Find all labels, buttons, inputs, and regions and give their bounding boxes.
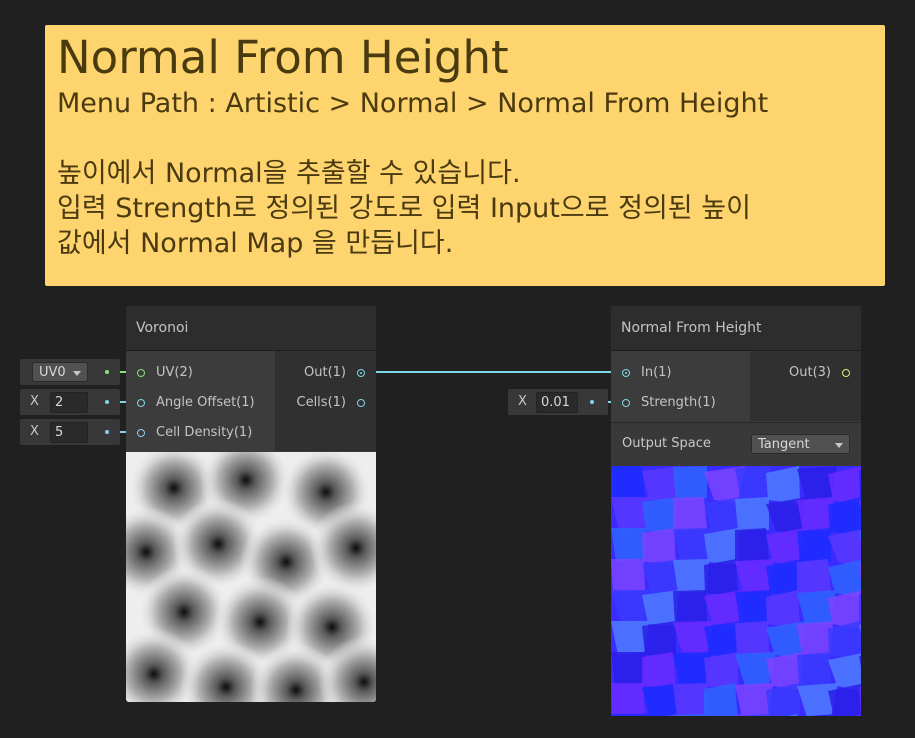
normal-map-facet <box>611 714 651 716</box>
normal-map-facet <box>797 497 834 531</box>
normal-map-facet <box>704 559 738 596</box>
port-uv-label: UV(2) <box>156 365 193 380</box>
normal-map-facet <box>642 652 676 688</box>
port-cell-density[interactable]: Cell Density(1) <box>126 418 275 448</box>
cell-density-x-label: X <box>30 424 39 439</box>
chevron-down-icon <box>835 443 843 448</box>
note-description: 높이에서 Normal을 추출할 수 있습니다. 입력 Strength로 정의… <box>57 158 751 259</box>
normal-map-facet <box>735 497 769 531</box>
normal-from-height-node[interactable]: Normal From Height In(1) Strength(1) Out… <box>611 306 861 716</box>
port-cells-label: Cells(1) <box>296 395 347 410</box>
port-out[interactable]: Out(1) <box>275 358 376 388</box>
strength-x-label: X <box>518 394 527 409</box>
normal-map-facet <box>735 590 771 624</box>
connector-dot <box>105 400 109 404</box>
normal-map-facet <box>611 652 646 686</box>
port-out3-label: Out(3) <box>789 365 831 380</box>
normal-map-facet <box>673 497 707 531</box>
port-uv[interactable]: UV(2) <box>126 358 275 388</box>
normal-map-facet <box>611 559 645 593</box>
normal-map-facet <box>797 621 833 655</box>
normal-map-facet <box>642 528 676 564</box>
output-space-dropdown[interactable]: Tangent <box>751 434 850 454</box>
port-connector-icon[interactable] <box>622 369 630 377</box>
voronoi-node[interactable]: Voronoi UV(2) Angle Offset(1) Cell Densi… <box>126 306 376 702</box>
uv-channel-value: UV0 <box>39 365 66 380</box>
port-out-label: Out(1) <box>304 365 346 380</box>
port-cells[interactable]: Cells(1) <box>275 388 376 418</box>
note-menu-path: Menu Path : Artistic > Normal > Normal F… <box>57 88 769 119</box>
normal-map-facet <box>735 466 772 500</box>
normal-map-facet <box>611 683 645 716</box>
port-connector-icon[interactable] <box>357 369 365 377</box>
normal-map-facet <box>673 590 707 624</box>
voronoi-inputs: UV(2) Angle Offset(1) Cell Density(1) <box>126 351 275 451</box>
output-space-row: Output Space Tangent <box>611 422 861 465</box>
normal-map-facet <box>611 528 647 562</box>
normal-map-facet <box>859 593 861 625</box>
voronoi-outputs: Out(1) Cells(1) <box>275 351 376 451</box>
connector-dot <box>105 370 109 374</box>
chevron-down-icon <box>73 371 81 376</box>
strength-input[interactable]: 0.01 <box>536 392 578 413</box>
angle-offset-field[interactable]: X 2 <box>20 389 120 415</box>
normal-map-facet <box>797 559 831 593</box>
normal-map-facet <box>673 559 709 593</box>
note-title: Normal From Height <box>57 31 509 84</box>
port-connector-icon[interactable] <box>622 399 630 407</box>
cell-density-input[interactable]: 5 <box>50 422 88 443</box>
angle-offset-x-label: X <box>30 394 39 409</box>
normal-map-facet <box>797 528 831 562</box>
port-strength-label: Strength(1) <box>641 395 716 410</box>
normal-map-facet <box>611 466 645 500</box>
normal-map-facet <box>797 652 831 686</box>
port-connector-icon[interactable] <box>357 399 365 407</box>
normal-map-facet <box>735 621 769 655</box>
connector-dot <box>590 400 594 404</box>
strength-field[interactable]: X 0.01 <box>508 389 608 415</box>
cell-density-field[interactable]: X 5 <box>20 419 120 445</box>
sticky-note[interactable]: Normal From Height Menu Path : Artistic … <box>45 25 885 286</box>
uv-channel-field[interactable]: UV0 <box>20 359 120 385</box>
normal-outputs: Out(3) <box>750 351 861 421</box>
normal-node-title[interactable]: Normal From Height <box>611 306 861 351</box>
port-in-label: In(1) <box>641 365 672 380</box>
port-strength[interactable]: Strength(1) <box>611 388 750 418</box>
normal-map-facet <box>642 497 677 533</box>
port-angle-offset-label: Angle Offset(1) <box>156 395 255 410</box>
normal-map-preview <box>611 466 861 716</box>
output-space-label: Output Space <box>622 436 711 451</box>
port-connector-icon[interactable] <box>842 369 850 377</box>
voronoi-preview <box>126 452 376 702</box>
normal-map-facet <box>673 466 707 500</box>
output-space-value: Tangent <box>758 437 810 452</box>
normal-map-facet <box>642 621 676 657</box>
connector-dot <box>105 430 109 434</box>
port-connector-icon[interactable] <box>137 399 145 407</box>
voronoi-node-title[interactable]: Voronoi <box>126 306 376 351</box>
wire-voronoi-to-normal <box>364 371 626 373</box>
normal-map-facet <box>735 528 769 562</box>
port-connector-icon[interactable] <box>137 429 145 437</box>
angle-offset-input[interactable]: 2 <box>50 392 88 413</box>
normal-map-facet <box>673 683 708 716</box>
port-connector-icon[interactable] <box>137 369 145 377</box>
port-angle-offset[interactable]: Angle Offset(1) <box>126 388 275 418</box>
port-out3[interactable]: Out(3) <box>750 358 861 388</box>
port-in[interactable]: In(1) <box>611 358 750 388</box>
port-cell-density-label: Cell Density(1) <box>156 425 253 440</box>
normal-inputs: In(1) Strength(1) <box>611 351 750 421</box>
uv-channel-dropdown[interactable]: UV0 <box>32 362 88 382</box>
